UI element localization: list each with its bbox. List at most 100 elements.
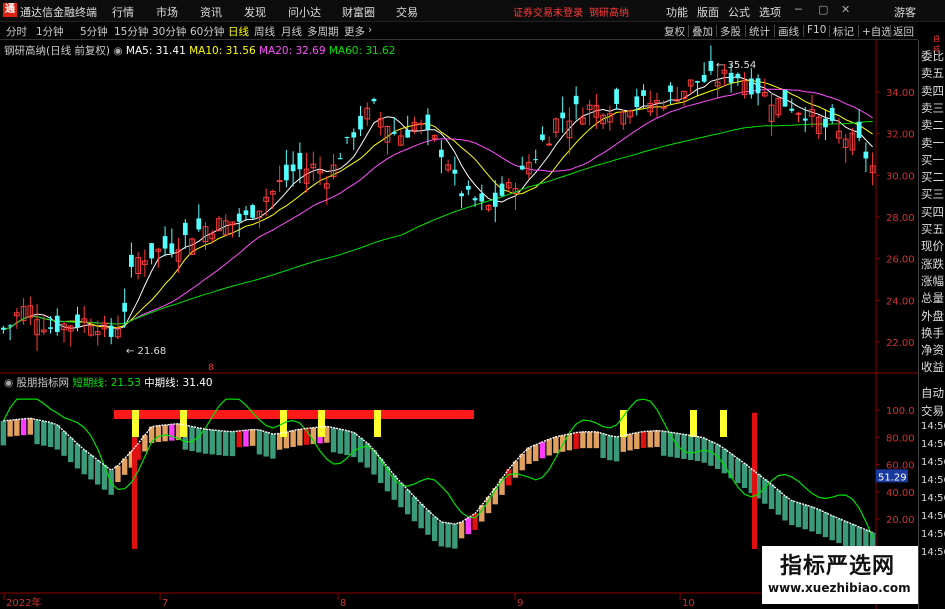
candle-down xyxy=(297,152,303,170)
tool-draw[interactable]: 画线 xyxy=(778,24,799,39)
watermark-title: 指标严选网 xyxy=(780,554,896,579)
close-icon[interactable]: ✕ xyxy=(841,3,850,16)
period-60min[interactable]: 60分钟 xyxy=(190,24,224,39)
kline-chart[interactable]: 34.00 32.00 30.00 28.00 26.00 24.00 22.00 ← 35.… xyxy=(0,40,918,609)
menu-discover[interactable]: 发现 xyxy=(244,4,266,20)
tool-add-favorite[interactable]: +自选 xyxy=(862,24,892,39)
panel-label-17: 净资 xyxy=(921,343,944,358)
signal-marker xyxy=(132,410,139,437)
panel-label-7: 买二 xyxy=(921,170,944,185)
candle-down xyxy=(236,213,242,222)
candle-down xyxy=(560,112,566,119)
tool-adjust[interactable]: 复权 xyxy=(664,24,685,39)
ind-bar xyxy=(425,510,431,535)
login-notice[interactable]: 证券交易未登录 xyxy=(513,4,583,19)
tool-multistock[interactable]: 多股 xyxy=(720,24,741,39)
menu-formula[interactable]: 公式 xyxy=(728,4,750,20)
period-weekly[interactable]: 周线 xyxy=(254,24,275,39)
candle-down xyxy=(358,115,363,130)
panel-bottom-0: 自动 xyxy=(921,386,944,400)
menu-market[interactable]: 市场 xyxy=(156,4,178,20)
tool-stats[interactable]: 统计 xyxy=(749,24,770,39)
date-marker: 8 xyxy=(208,363,214,373)
ind-bar xyxy=(600,433,606,459)
ind-bar xyxy=(7,420,13,437)
ind-bar xyxy=(465,517,472,535)
ind-bar xyxy=(842,521,849,546)
ind-bar xyxy=(580,431,586,449)
ind-bar xyxy=(586,431,593,449)
candle-down xyxy=(452,169,458,174)
candle-down xyxy=(108,325,114,337)
ind-bar xyxy=(216,430,222,456)
ind-bar xyxy=(539,441,546,459)
ind-bar xyxy=(613,436,620,462)
panel-label-1: 卖五 xyxy=(921,66,944,81)
panel-label-18: 收益 xyxy=(921,360,944,375)
gear-icon[interactable]: ◉ xyxy=(4,377,13,389)
tool-mark[interactable]: 标记 xyxy=(833,24,854,39)
candle-down xyxy=(533,159,539,161)
panel-bottom-8: 14:56 xyxy=(921,529,945,540)
menu-options[interactable]: 选项 xyxy=(759,4,781,20)
ind-bar xyxy=(681,434,687,459)
candle-down xyxy=(573,95,579,105)
ind-bar xyxy=(795,502,802,528)
ma60-label: MA60: 31.62 xyxy=(328,45,396,57)
menu-function[interactable]: 功能 xyxy=(666,4,688,20)
menu-trade[interactable]: 交易 xyxy=(396,4,418,20)
tool-f10[interactable]: F10 xyxy=(807,24,826,36)
panel-bottom-2: 14:56 xyxy=(921,421,945,432)
candle-down xyxy=(425,114,431,130)
period-intraday[interactable]: 分时 xyxy=(6,24,27,39)
ind-bar xyxy=(290,430,296,447)
ind-bar xyxy=(411,496,418,522)
candle-down xyxy=(196,218,202,230)
ind-tick-label: 100.0 xyxy=(886,406,915,417)
period-30min[interactable]: 30分钟 xyxy=(152,24,186,39)
period-more[interactable]: 更多 xyxy=(344,24,365,39)
candle-down xyxy=(405,129,411,138)
menu-quotes[interactable]: 行情 xyxy=(112,4,134,20)
chevron-right-icon[interactable]: › xyxy=(368,24,372,36)
candle-down xyxy=(344,137,350,139)
menu-news[interactable]: 资讯 xyxy=(200,4,222,20)
period-15min[interactable]: 15分钟 xyxy=(114,24,148,39)
ind-bar xyxy=(553,436,559,454)
ind-bar xyxy=(169,424,175,441)
gear-icon[interactable]: ◉ xyxy=(113,45,122,57)
panel-label-13: 涨幅 xyxy=(921,273,944,288)
ind-bar xyxy=(533,444,539,462)
short-line-label: 短期线: 21.53 xyxy=(72,377,141,389)
menu-xiaoda[interactable]: 问小达 xyxy=(288,4,321,20)
menu-layout[interactable]: 版面 xyxy=(697,4,719,20)
panel-bottom-6: 14:56 xyxy=(921,493,945,504)
signal-marker xyxy=(374,410,381,437)
candle-down xyxy=(863,151,869,159)
ind-bar xyxy=(162,424,168,442)
restore-icon[interactable]: ▢ xyxy=(818,3,828,16)
candle-up xyxy=(276,180,283,183)
minimize-icon[interactable]: ─ xyxy=(795,3,802,16)
candle-down xyxy=(540,134,545,140)
guest-label[interactable]: 游客 xyxy=(894,4,916,20)
ind-bar xyxy=(88,454,94,480)
ma20-label: MA20: 32.69 xyxy=(258,45,326,57)
period-monthly[interactable]: 月线 xyxy=(281,24,302,39)
tool-back[interactable]: 返回 xyxy=(893,24,914,39)
signal-marker xyxy=(690,410,697,437)
period-1min[interactable]: 1分钟 xyxy=(36,24,64,39)
tool-overlay[interactable]: 叠加 xyxy=(692,24,713,39)
period-5min[interactable]: 5分钟 xyxy=(80,24,108,39)
panel-label-14: 总量 xyxy=(921,291,944,306)
candle-down xyxy=(695,81,700,83)
period-daily[interactable]: 日线 xyxy=(228,24,249,39)
menu-wealth[interactable]: 财富圈 xyxy=(342,4,375,20)
candle-down xyxy=(284,164,289,181)
price-tick-label: 28.00 xyxy=(886,213,915,224)
period-multi[interactable]: 多周期 xyxy=(307,24,339,39)
panel-label-12: 涨跌 xyxy=(921,256,944,271)
panel-bottom-1: 交易 xyxy=(921,404,944,418)
panel-bottom-5: 14:56 xyxy=(921,475,945,486)
ind-bar xyxy=(506,469,512,486)
